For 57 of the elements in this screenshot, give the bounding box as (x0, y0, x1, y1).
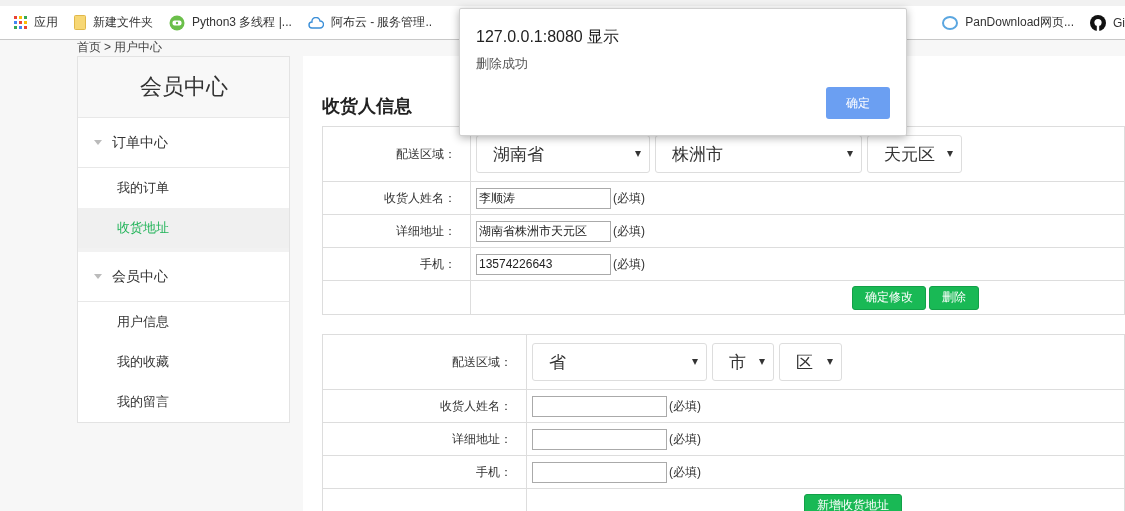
field-label: 收货人姓名： (322, 181, 471, 215)
caret-icon (692, 359, 698, 365)
menu-item[interactable]: 用户信息 (78, 302, 289, 342)
field-label: 详细地址： (322, 214, 471, 248)
apps-grid-icon (14, 16, 27, 29)
required-note: (必填) (613, 189, 645, 207)
menu-item[interactable]: 我的订单 (78, 168, 289, 208)
site-icon (169, 14, 185, 31)
field-label: 收货人姓名： (322, 389, 527, 423)
breadcrumb-link[interactable]: 首页 (77, 40, 101, 56)
required-note: (必填) (669, 430, 701, 448)
required-note: (必填) (613, 255, 645, 273)
folder-icon (74, 15, 86, 30)
section-title: 收货人信息 (322, 95, 412, 118)
region-select[interactable]: 天元区 (867, 135, 962, 173)
breadcrumb-current: 用户中心 (114, 40, 162, 56)
field-label: 详细地址： (322, 422, 527, 456)
required-note: (必填) (669, 463, 701, 481)
input-field[interactable]: 13574226643 (476, 253, 611, 275)
region-select[interactable]: 区 (779, 343, 842, 381)
required-note: (必填) (613, 222, 645, 240)
caret-icon (635, 151, 641, 157)
input-field[interactable]: 湖南省株洲市天元区 (476, 220, 611, 242)
region-select[interactable]: 市 (712, 343, 774, 381)
input-field[interactable]: 李顺涛 (476, 187, 611, 209)
region-select[interactable]: 株洲市 (655, 135, 862, 173)
caret-icon (847, 151, 853, 157)
required-note: (必填) (669, 397, 701, 415)
cloud-icon (307, 16, 324, 29)
dialog-message: 删除成功 (476, 55, 529, 73)
field-label: 手机： (322, 455, 527, 489)
input-field[interactable] (532, 461, 667, 483)
menu-item[interactable]: 我的收藏 (78, 342, 289, 382)
menu-item[interactable]: 我的留言 (78, 382, 289, 422)
region-select[interactable]: 省 (532, 343, 707, 381)
bookmark-link[interactable]: 应用 (34, 14, 58, 31)
breadcrumb-separator: > (104, 40, 111, 56)
menu-group[interactable]: 会员中心 (78, 248, 289, 302)
caret-icon (827, 359, 833, 365)
field-label: 配送区域： (322, 126, 471, 182)
github-icon (1090, 14, 1106, 31)
field-label: 配送区域： (322, 334, 527, 390)
bookmark-link[interactable]: PanDownload网页... (965, 14, 1074, 31)
caret-icon (947, 151, 953, 157)
input-field[interactable] (532, 428, 667, 450)
bookmark-link[interactable]: 新建文件夹 (93, 14, 153, 31)
cloud-icon (942, 15, 959, 30)
field-label: 手机： (322, 247, 471, 281)
bookmark-link[interactable]: Python3 多线程 |... (192, 14, 292, 31)
sidebar-title: 会员中心 (139, 73, 228, 101)
input-field[interactable] (532, 395, 667, 417)
bookmark-link[interactable]: Gi (1113, 15, 1125, 30)
bookmark-link[interactable]: 阿布云 - 服务管理.. (330, 14, 433, 31)
caret-icon (759, 359, 765, 365)
region-select[interactable]: 湖南省 (476, 135, 650, 173)
dialog-title: 127.0.0.1:8080 显示 (476, 27, 621, 47)
menu-group[interactable]: 订单中心 (78, 118, 289, 168)
